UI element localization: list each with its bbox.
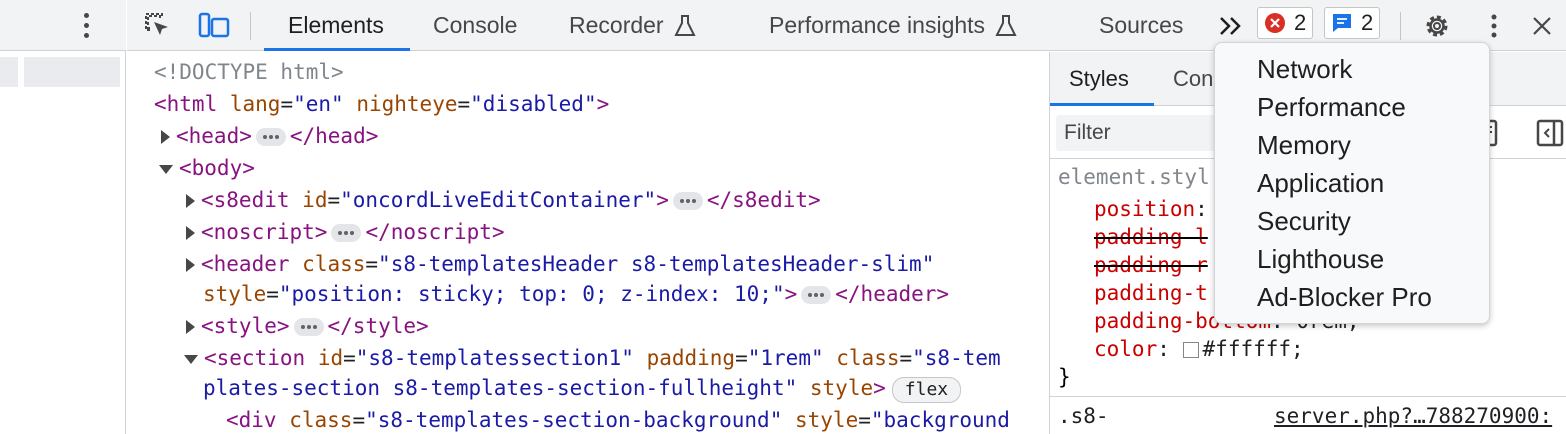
dom-node-header-cont[interactable]: style="position: sticky; top: 0; z-index…: [203, 280, 949, 308]
menu-item-ad-blocker-pro[interactable]: Ad-Blocker Pro: [1257, 279, 1432, 315]
collapse-arrow-icon[interactable]: [184, 354, 198, 364]
tab-styles[interactable]: Styles: [1069, 52, 1129, 106]
device-toggle-icon[interactable]: [197, 9, 231, 43]
ellipsis-icon[interactable]: [331, 224, 362, 242]
flask-icon: [673, 14, 696, 36]
style-prop-padding-top[interactable]: padding-t: [1094, 279, 1208, 307]
dom-node-body[interactable]: <body>: [159, 154, 255, 182]
element-style-selector: element.styl: [1058, 165, 1210, 189]
toolbar-separator: [1400, 12, 1401, 40]
tab-elements[interactable]: Elements: [288, 0, 384, 51]
gear-icon[interactable]: [1420, 9, 1454, 43]
toolbar-separator: [250, 12, 251, 40]
menu-item-network[interactable]: Network: [1257, 51, 1352, 87]
sidebar-toggle-icon[interactable]: [1536, 119, 1564, 147]
collapse-arrow-icon[interactable]: [159, 164, 173, 174]
tab-sources[interactable]: Sources: [1099, 0, 1183, 51]
flask-icon: [995, 14, 1017, 36]
kebab-icon[interactable]: [76, 10, 96, 40]
inspect-element-icon[interactable]: [141, 9, 175, 43]
tab-console[interactable]: Console: [433, 0, 517, 51]
menu-item-performance[interactable]: Performance: [1257, 89, 1406, 125]
rule-separator: [1050, 396, 1566, 397]
errors-badge[interactable]: 2: [1257, 7, 1314, 39]
ellipsis-icon[interactable]: [255, 128, 286, 146]
message-icon: [1333, 14, 1351, 32]
color-swatch[interactable]: [1182, 342, 1199, 358]
expand-arrow-icon[interactable]: [161, 130, 170, 144]
messages-badge[interactable]: 2: [1324, 7, 1381, 39]
gutter-selection: [0, 57, 18, 87]
expand-arrow-icon[interactable]: [186, 320, 195, 334]
expand-arrow-icon[interactable]: [186, 258, 195, 272]
dom-node-html[interactable]: <html lang="en" nighteye="disabled">: [154, 90, 609, 118]
dom-node-head[interactable]: <head> </head>: [161, 122, 378, 150]
errors-count: 2: [1294, 10, 1307, 35]
expand-arrow-icon[interactable]: [186, 194, 195, 208]
flex-badge[interactable]: flex: [891, 377, 962, 403]
rule-close-brace: }: [1058, 365, 1071, 389]
dom-node-noscript[interactable]: <noscript> </noscript>: [186, 218, 505, 246]
gutter-selection: [24, 57, 120, 87]
dom-node-div[interactable]: <div class="s8-templates-section-backgro…: [226, 406, 1010, 434]
close-icon[interactable]: [1525, 9, 1559, 43]
tab-recorder[interactable]: Recorder: [569, 0, 696, 51]
left-gutter: [0, 0, 126, 434]
ellipsis-icon[interactable]: [801, 286, 832, 304]
next-rule-selector: .s8-: [1058, 404, 1109, 428]
dom-node-style[interactable]: <style> </style>: [186, 312, 429, 340]
menu-item-lighthouse[interactable]: Lighthouse: [1257, 241, 1384, 277]
messages-count: 2: [1361, 10, 1374, 35]
more-tabs-menu: Network Performance Memory Application S…: [1214, 42, 1490, 324]
expand-arrow-icon[interactable]: [186, 226, 195, 240]
ellipsis-icon[interactable]: [672, 192, 703, 210]
style-prop-color[interactable]: color: #ffffff;: [1094, 335, 1304, 363]
active-tab-indicator: [1050, 103, 1154, 106]
gutter-toolbar: [0, 0, 126, 51]
kebab-icon[interactable]: [1477, 9, 1511, 43]
dom-node-header[interactable]: <header class="s8-templatesHeader s8-tem…: [186, 250, 934, 278]
style-prop-position[interactable]: position:: [1094, 195, 1208, 223]
menu-item-application[interactable]: Application: [1257, 165, 1384, 201]
menu-item-security[interactable]: Security: [1257, 203, 1351, 239]
dom-node-doctype[interactable]: <!DOCTYPE html>: [154, 58, 344, 86]
ellipsis-icon[interactable]: [293, 318, 324, 336]
style-prop-padding-left[interactable]: padding-l: [1094, 223, 1208, 251]
error-icon: [1265, 13, 1285, 33]
style-prop-padding-right[interactable]: padding-r: [1094, 251, 1208, 279]
dom-node-s8edit[interactable]: <s8edit id="oncordLiveEditContainer"> </s…: [186, 186, 821, 214]
elements-tree: <!DOCTYPE html> <html lang="en" nighteye…: [127, 52, 1049, 434]
rule-source-link[interactable]: server.php?…788270900:: [1274, 402, 1552, 430]
dom-node-section-cont[interactable]: plates-section s8-templates-section-full…: [203, 374, 962, 403]
dom-node-section[interactable]: <section id="s8-templatessection1" paddi…: [184, 344, 1001, 372]
tab-computed[interactable]: Con: [1173, 52, 1213, 106]
active-tab-indicator: [264, 48, 410, 51]
tab-performance-insights[interactable]: Performance insights: [769, 0, 1017, 51]
menu-item-memory[interactable]: Memory: [1257, 127, 1351, 163]
double-chevron-icon[interactable]: [1214, 9, 1248, 43]
